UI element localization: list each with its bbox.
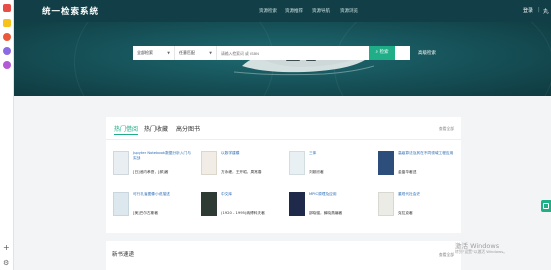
book-author: 金晶华著述: [398, 170, 417, 174]
plus-icon[interactable]: +: [3, 244, 10, 252]
book-card[interactable]: 可行孔雀图像小说描述 [美]巴尔古斯著: [113, 192, 195, 222]
nav-resource-navigation[interactable]: 资源导航: [312, 8, 330, 14]
app-icon[interactable]: [3, 33, 11, 41]
book-title[interactable]: MPIC原理及应用: [309, 192, 369, 197]
book-author: 邵晓骏，薛晓燕编著: [309, 211, 343, 215]
book-panel: 热门借阅 热门收藏 高分图书 查看全部 Jupyter Notebook数据分析…: [106, 117, 461, 233]
book-title[interactable]: 高级算法及其在不同领域工程应用: [398, 151, 458, 156]
book-author: (1920 - 1995)纳博科夫著: [221, 211, 265, 215]
app-icon[interactable]: [3, 61, 11, 69]
new-books-panel: 新书速递 查看全部: [106, 241, 461, 270]
new-books-title: 新书速递: [112, 252, 135, 258]
hero-banner: 全部检索 ▼ 任意匹配 ▼ ⌕ 检索 高级检索: [14, 22, 551, 96]
field-select[interactable]: 任意匹配 ▼: [175, 46, 217, 60]
app-icon[interactable]: [3, 4, 11, 12]
book-title[interactable]: 可行孔雀图像小说描述: [133, 192, 193, 197]
book-card[interactable]: MPIC原理及应用 邵晓骏，薛晓燕编著: [289, 192, 371, 222]
advanced-search-link[interactable]: 高级检索: [418, 50, 436, 56]
app-dock: + ⚙: [0, 0, 14, 270]
site-logo[interactable]: 统一检索系统: [42, 5, 99, 17]
tab-high-score[interactable]: 高分图书: [176, 124, 200, 133]
book-cover[interactable]: [113, 151, 129, 175]
book-title[interactable]: 中文库: [221, 192, 281, 197]
view-all-link[interactable]: 查看全部: [439, 126, 454, 132]
book-cover[interactable]: [378, 192, 394, 216]
book-cover[interactable]: [113, 192, 129, 216]
login-link[interactable]: 登录: [523, 7, 533, 14]
book-card[interactable]: 重现代社会史 克拉克著: [378, 192, 460, 222]
search-bar: 全部检索 ▼ 任意匹配 ▼ ⌕ 检索: [133, 46, 410, 60]
new-books-view-all[interactable]: 查看全部: [439, 252, 454, 258]
gear-icon[interactable]: ⚙: [3, 259, 9, 267]
book-author: [日]池内孝啓，[郝]著: [133, 170, 169, 174]
header-separator: |: [538, 7, 540, 13]
book-card[interactable]: 三体 刘慈欣著: [289, 151, 371, 181]
book-author: 方永峰，王开昭，周常春: [221, 170, 262, 174]
search-button[interactable]: ⌕ 检索: [369, 46, 395, 60]
top-header: 统一检索系统 资源检索 资源推荐 资源导航 资源浏览 登录 | 丸 ?: [14, 0, 551, 22]
windows-watermark-subtitle: 转到"设置"以激活 Windows。: [455, 249, 508, 254]
language-switch[interactable]: 丸: [543, 7, 549, 15]
nav-resource-browse[interactable]: 资源浏览: [340, 8, 358, 14]
book-card[interactable]: 中文库 (1920 - 1995)纳博科夫著: [201, 192, 283, 222]
active-tab-indicator: [114, 134, 138, 135]
chevron-down-icon: ▼: [209, 51, 212, 55]
divider: [106, 139, 461, 140]
tab-hot-borrow[interactable]: 热门借阅: [114, 124, 138, 133]
book-title[interactable]: Jupyter Notebook数据分析入门与实战: [133, 151, 193, 161]
book-title[interactable]: 重现代社会史: [398, 192, 458, 197]
book-author: [美]巴尔古斯著: [133, 211, 159, 215]
book-card[interactable]: 高级算法及其在不同领域工程应用 金晶华著述: [378, 151, 460, 181]
book-author: 刘慈欣著: [309, 170, 324, 174]
nav-resource-recommend[interactable]: 资源推荐: [285, 8, 303, 14]
book-card[interactable]: Jupyter Notebook数据分析入门与实战 [日]池内孝啓，[郝]著: [113, 151, 195, 181]
book-cover[interactable]: [378, 151, 394, 175]
scope-select-label: 全部检索: [137, 50, 153, 55]
book-cover[interactable]: [289, 151, 305, 175]
search-input[interactable]: [217, 46, 367, 60]
book-author: 克拉克著: [398, 211, 413, 215]
search-icon: ⌕: [375, 50, 379, 55]
nav-resource-search[interactable]: 资源检索: [259, 8, 277, 14]
book-cover[interactable]: [201, 192, 217, 216]
feedback-icon: [543, 203, 549, 209]
field-select-label: 任意匹配: [179, 50, 195, 55]
search-button-label: 检索: [379, 50, 389, 55]
book-cover[interactable]: [289, 192, 305, 216]
book-title[interactable]: 以数学建模: [221, 151, 281, 156]
book-title[interactable]: 三体: [309, 151, 369, 156]
scope-select[interactable]: 全部检索 ▼: [133, 46, 175, 60]
book-cover[interactable]: [201, 151, 217, 175]
app-icon[interactable]: [3, 47, 11, 55]
book-card[interactable]: 以数学建模 方永峰，王开昭，周常春: [201, 151, 283, 181]
tab-hot-collect[interactable]: 热门收藏: [144, 124, 168, 133]
app-icon[interactable]: [3, 19, 11, 27]
chevron-down-icon: ▼: [167, 51, 170, 55]
feedback-float-button[interactable]: [541, 200, 551, 212]
